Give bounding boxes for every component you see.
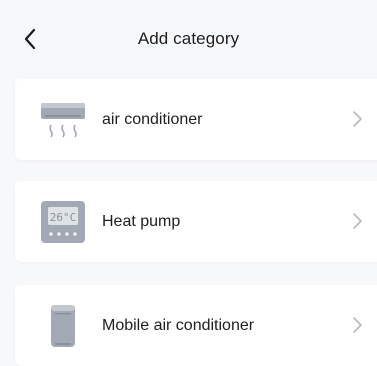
category-label: Heat pump	[102, 212, 181, 230]
category-item-heat-pump[interactable]: 26°C Heat pump	[15, 181, 377, 262]
thermostat-display: 26°C	[50, 211, 77, 224]
mobile-air-conditioner-icon	[39, 303, 87, 349]
category-label: air conditioner	[102, 110, 203, 128]
heat-pump-thermostat-icon: 26°C	[39, 199, 87, 245]
category-label: Mobile air conditioner	[102, 316, 255, 334]
header: Add category	[0, 0, 377, 76]
category-item-mobile-air-conditioner[interactable]: Mobile air conditioner	[15, 285, 377, 366]
chevron-right-icon	[353, 111, 362, 127]
category-item-air-conditioner[interactable]: air conditioner	[15, 79, 377, 160]
air-conditioner-icon	[39, 97, 87, 143]
chevron-right-icon	[353, 317, 362, 333]
chevron-right-icon	[353, 213, 362, 229]
page-title: Add category	[137, 29, 240, 48]
